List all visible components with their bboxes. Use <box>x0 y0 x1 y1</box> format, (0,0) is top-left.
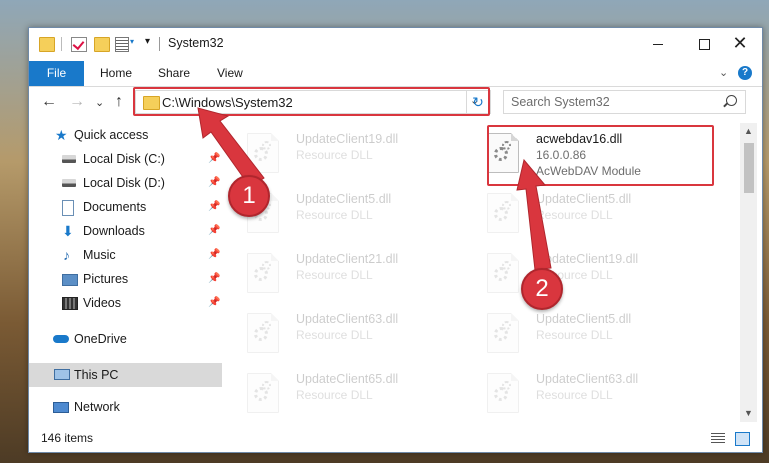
annotation-arrows <box>197 107 552 271</box>
arrow-2 <box>516 158 552 271</box>
step-1-callout: 1 <box>228 175 270 217</box>
step-2-callout: 2 <box>521 268 563 310</box>
